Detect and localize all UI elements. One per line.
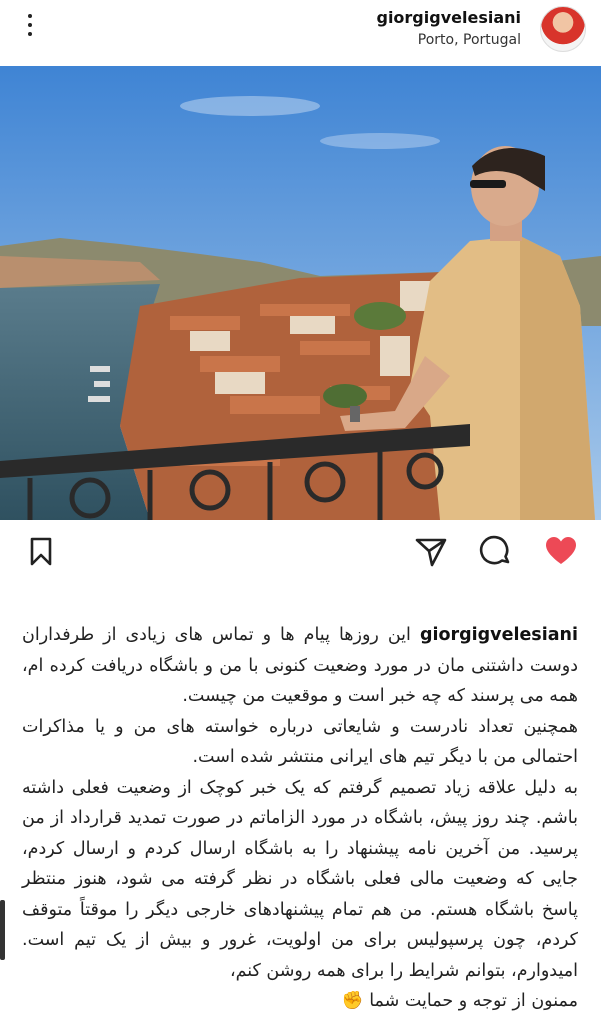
post-username[interactable]: giorgigvelesiani bbox=[376, 8, 521, 27]
post-author: giorgigvelesiani Porto, Portugal bbox=[376, 8, 521, 48]
post-caption: giorgigvelesiani این روزها پیام ها و تما… bbox=[22, 620, 578, 1017]
caption-closing: ممنون از توجه و حمایت شما bbox=[369, 991, 578, 1011]
post-photo[interactable] bbox=[0, 66, 601, 520]
post-header: giorgigvelesiani Porto, Portugal bbox=[0, 0, 601, 66]
comment-bubble-icon[interactable] bbox=[479, 534, 513, 568]
caption-paragraph-3: به دلیل علاقه زیاد تصمیم گرفتم که یک خبر… bbox=[22, 777, 578, 981]
caption-paragraph-2: همچنین تعداد نادرست و شایعاتی درباره خوا… bbox=[22, 716, 578, 768]
paper-plane-icon[interactable] bbox=[414, 534, 448, 568]
more-options-icon[interactable] bbox=[22, 14, 38, 44]
caption-username[interactable]: giorgigvelesiani bbox=[420, 625, 578, 645]
heart-icon[interactable] bbox=[544, 534, 578, 568]
scroll-indicator bbox=[0, 900, 5, 960]
avatar[interactable] bbox=[540, 6, 586, 52]
fist-emoji-icon: ✊ bbox=[341, 991, 364, 1011]
post-actions bbox=[0, 520, 601, 586]
bookmark-icon[interactable] bbox=[24, 534, 58, 568]
post-location[interactable]: Porto, Portugal bbox=[376, 32, 521, 48]
